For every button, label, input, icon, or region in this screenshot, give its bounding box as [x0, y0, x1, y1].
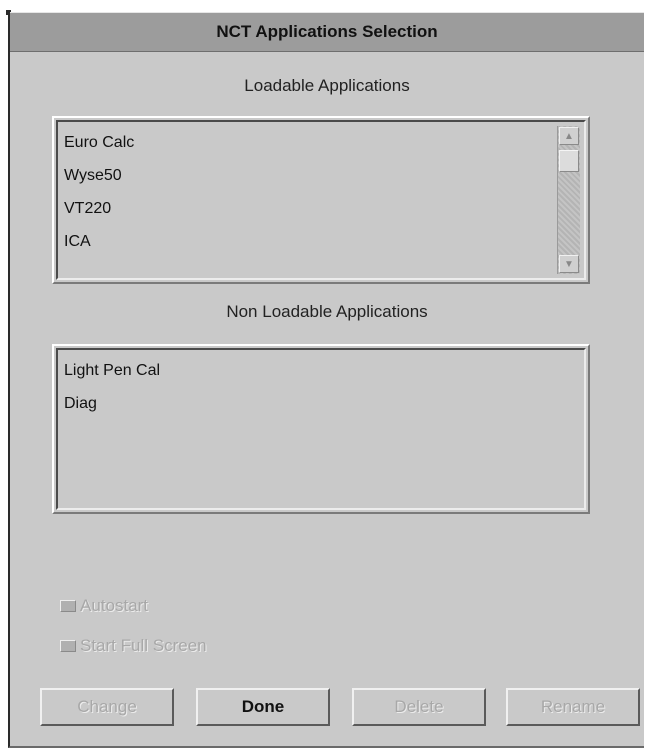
list-item[interactable]: Wyse50	[64, 159, 578, 192]
list-item[interactable]: ICA	[64, 225, 578, 258]
start-full-screen-option[interactable]: Start Full Screen	[60, 635, 207, 657]
nct-applications-dialog: NCT Applications Selection Loadable Appl…	[8, 12, 644, 748]
loadable-applications-list[interactable]: Euro Calc Wyse50 VT220 ICA ▲ ▼	[56, 120, 586, 280]
checkbox-icon[interactable]	[60, 600, 76, 612]
delete-button[interactable]: Delete	[352, 688, 486, 726]
non-loadable-applications-label: Non Loadable Applications	[226, 302, 428, 321]
dialog-title[interactable]: NCT Applications Selection	[10, 12, 644, 52]
scroll-up-arrow-icon[interactable]: ▲	[559, 127, 579, 145]
checkbox-icon[interactable]	[60, 640, 76, 652]
scroll-down-arrow-icon[interactable]: ▼	[559, 255, 579, 273]
rename-button[interactable]: Rename	[506, 688, 640, 726]
non-loadable-applications-list[interactable]: Light Pen Cal Diag	[56, 348, 586, 510]
list-item[interactable]: Diag	[64, 387, 578, 420]
done-button[interactable]: Done	[196, 688, 330, 726]
loadable-applications-label: Loadable Applications	[244, 76, 410, 95]
list-item[interactable]: Euro Calc	[64, 126, 578, 159]
list-item[interactable]: Light Pen Cal	[64, 354, 578, 387]
start-full-screen-label: Start Full Screen	[80, 636, 207, 655]
autostart-label: Autostart	[80, 596, 149, 615]
scroll-thumb[interactable]	[559, 150, 579, 172]
change-button[interactable]: Change	[40, 688, 174, 726]
autostart-option[interactable]: Autostart	[60, 595, 148, 617]
loadable-applications-listbox: Euro Calc Wyse50 VT220 ICA ▲ ▼	[52, 116, 590, 284]
list-item[interactable]: VT220	[64, 192, 578, 225]
non-loadable-applications-listbox: Light Pen Cal Diag	[52, 344, 590, 514]
loadable-list-scrollbar[interactable]: ▲ ▼	[557, 126, 580, 274]
